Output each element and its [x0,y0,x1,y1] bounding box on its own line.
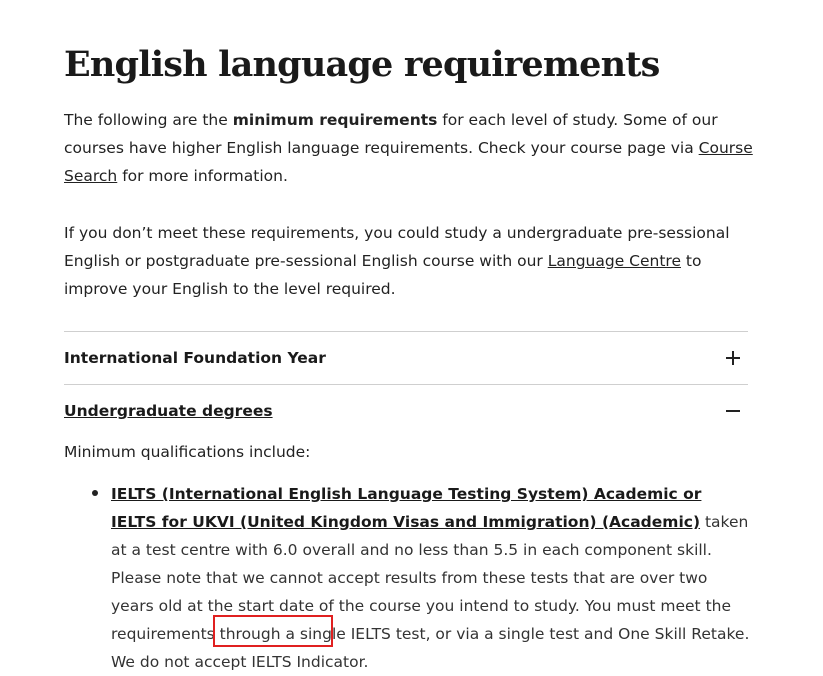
intro-text: for more information. [117,167,288,185]
intro-paragraph-2: If you don’t meet these requirements, yo… [64,219,754,303]
minus-icon[interactable] [724,402,742,420]
intro-text: The following are the [64,111,233,129]
highlight-box [213,615,333,647]
one-skill-retake-text: One Skill Retake [618,625,745,643]
accordion-undergraduate-degrees[interactable]: Undergraduate degrees [64,385,748,437]
accordion-label: International Foundation Year [64,349,326,367]
list-item: IELTS (International English Language Te… [111,480,751,676]
intro-bold-text: minimum requirements [232,111,438,129]
language-centre-link[interactable]: Language Centre [548,252,681,270]
plus-icon[interactable] [724,349,742,367]
accordion-label: Undergraduate degrees [64,402,273,420]
ielts-link[interactable]: IELTS (International English Language Te… [111,485,701,531]
page-title: English language requirements [64,44,660,85]
bullet-icon [92,490,98,496]
intro-paragraph-1: The following are the minimum requiremen… [64,106,754,190]
bullet-text: taken at a test centre with 6.0 overall … [111,513,749,643]
accordion-international-foundation-year[interactable]: International Foundation Year [64,332,748,384]
minimum-qualifications-label: Minimum qualifications include: [64,443,311,461]
page: English language requirements The follow… [0,0,823,671]
